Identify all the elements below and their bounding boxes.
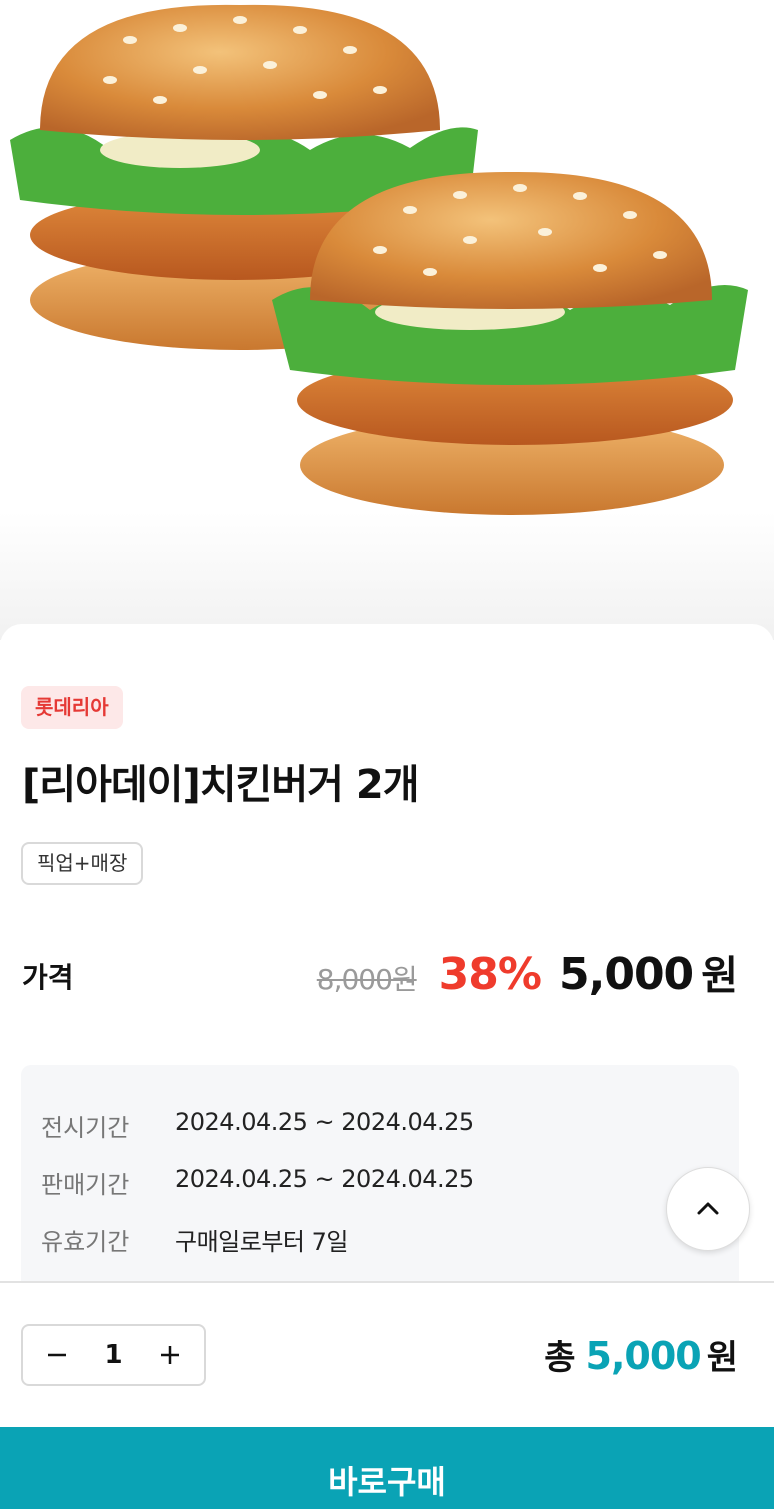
chevron-up-icon bbox=[697, 1202, 719, 1215]
burger-illustration bbox=[10, 4, 748, 515]
info-row-display-period: 전시기간 2024.04.25 ~ 2024.04.25 bbox=[41, 1108, 474, 1143]
brand-badge: 롯데리아 bbox=[21, 686, 123, 729]
original-price: 8,000원 bbox=[316, 963, 418, 996]
discount-rate: 38% bbox=[438, 949, 542, 1000]
total-currency: 원 bbox=[706, 1338, 738, 1378]
quantity-stepper: 1 bbox=[21, 1324, 206, 1386]
quantity-value: 1 bbox=[104, 1340, 123, 1370]
sale-price: 5,000 bbox=[559, 949, 694, 1000]
info-row-sale-period: 판매기간 2024.04.25 ~ 2024.04.25 bbox=[41, 1165, 474, 1200]
decrease-button[interactable] bbox=[43, 1341, 71, 1369]
total-price: 총 5,000 원 bbox=[544, 1330, 738, 1379]
price-label: 가격 bbox=[22, 961, 74, 994]
plus-icon bbox=[161, 1346, 179, 1364]
pickup-tag: 픽업+매장 bbox=[21, 842, 144, 885]
total-amount: 5,000 bbox=[585, 1334, 702, 1378]
price-row: 8,000원 38% 5,000 원 bbox=[317, 943, 738, 1001]
minus-icon bbox=[48, 1353, 66, 1357]
front-burger bbox=[272, 171, 748, 515]
buy-now-button[interactable]: 바로구매 bbox=[0, 1427, 774, 1509]
info-key: 유효기간 bbox=[41, 1228, 130, 1256]
scroll-top-button[interactable] bbox=[666, 1167, 750, 1251]
info-value: 2024.04.25 ~ 2024.04.25 bbox=[175, 1108, 474, 1136]
info-key: 판매기간 bbox=[41, 1171, 130, 1199]
info-value: 2024.04.25 ~ 2024.04.25 bbox=[175, 1165, 474, 1193]
info-row-valid-period: 유효기간 구매일로부터 7일 bbox=[41, 1222, 348, 1257]
product-title: [리아데이]치킨버거 2개 bbox=[22, 762, 420, 808]
total-label: 총 bbox=[544, 1338, 576, 1378]
info-key: 전시기간 bbox=[41, 1114, 130, 1142]
sale-currency: 원 bbox=[701, 953, 738, 999]
info-value: 구매일로부터 7일 bbox=[175, 1228, 348, 1256]
product-image bbox=[0, 0, 774, 640]
increase-button[interactable] bbox=[156, 1341, 184, 1369]
